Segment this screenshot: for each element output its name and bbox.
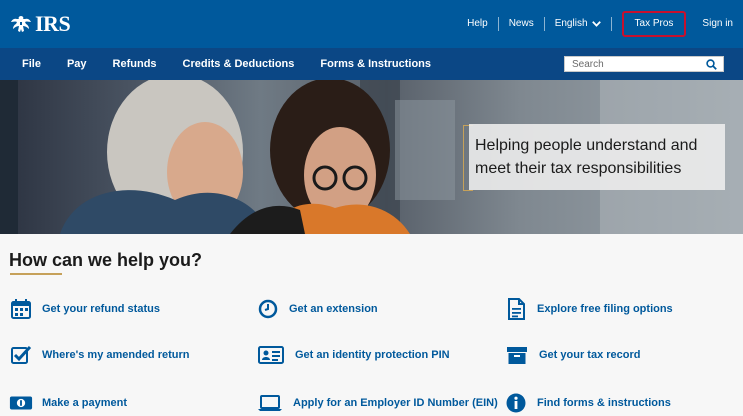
link-label: Where's my amended return — [42, 349, 190, 361]
forms-instructions-link[interactable]: Find forms & instructions — [504, 391, 671, 415]
tax-pros-link[interactable]: Tax Pros — [621, 11, 687, 37]
identity-pin-link[interactable]: Get an identity protection PIN — [256, 343, 450, 367]
nav-file[interactable]: File — [22, 58, 41, 70]
checkbox-icon — [9, 343, 33, 367]
divider — [610, 17, 612, 31]
calendar-icon — [9, 297, 33, 321]
sign-in-link[interactable]: Sign in — [692, 0, 743, 48]
money-icon — [9, 391, 33, 415]
utility-nav: Help News English Tax Pros Sign in — [457, 0, 743, 48]
link-label: Explore free filing options — [537, 303, 673, 315]
help-link[interactable]: Help — [457, 0, 498, 48]
id-card-icon — [256, 343, 286, 367]
language-label: English — [554, 18, 588, 29]
hero-banner: Helping people understand and meet their… — [0, 80, 743, 234]
info-icon — [504, 391, 528, 415]
search-box — [564, 56, 724, 72]
link-label: Make a payment — [42, 397, 127, 409]
link-label: Apply for an Employer ID Number (EIN) — [293, 397, 498, 409]
link-label: Get your tax record — [539, 349, 641, 361]
laptop-icon — [256, 391, 284, 415]
title-underline — [10, 273, 62, 275]
news-link[interactable]: News — [499, 0, 544, 48]
link-label: Get your refund status — [42, 303, 160, 315]
eagle-icon — [11, 16, 31, 32]
document-icon — [504, 297, 528, 321]
link-label: Get an identity protection PIN — [295, 349, 450, 361]
help-section-title: How can we help you? — [9, 250, 203, 270]
irs-logo[interactable]: IRS — [10, 11, 71, 37]
amended-return-link[interactable]: Where's my amended return — [9, 343, 190, 367]
link-label: Get an extension — [289, 303, 378, 315]
hero-tagline: Helping people understand and meet their… — [475, 137, 698, 177]
get-extension-link[interactable]: Get an extension — [256, 297, 378, 321]
search-button[interactable] — [701, 57, 721, 71]
nav-credits-deductions[interactable]: Credits & Deductions — [183, 58, 295, 70]
archive-box-icon — [504, 343, 530, 367]
logo-text: IRS — [35, 11, 71, 36]
apply-ein-link[interactable]: Apply for an Employer ID Number (EIN) — [256, 391, 498, 415]
search-input[interactable] — [565, 57, 701, 71]
nav-pay[interactable]: Pay — [67, 58, 87, 70]
link-label: Find forms & instructions — [537, 397, 671, 409]
clock-icon — [256, 297, 280, 321]
chevron-down-icon — [591, 21, 601, 27]
header-bar: IRS Help News English Tax Pros Sign in — [0, 0, 743, 48]
search-icon — [705, 58, 717, 70]
tax-record-link[interactable]: Get your tax record — [504, 343, 640, 367]
nav-refunds[interactable]: Refunds — [113, 58, 157, 70]
nav-forms-instructions[interactable]: Forms & Instructions — [320, 58, 431, 70]
hero-callout: Helping people understand and meet their… — [469, 124, 725, 190]
refund-status-link[interactable]: Get your refund status — [9, 297, 160, 321]
make-payment-link[interactable]: Make a payment — [9, 391, 127, 415]
language-selector[interactable]: English — [545, 0, 611, 48]
free-filing-link[interactable]: Explore free filing options — [504, 297, 673, 321]
